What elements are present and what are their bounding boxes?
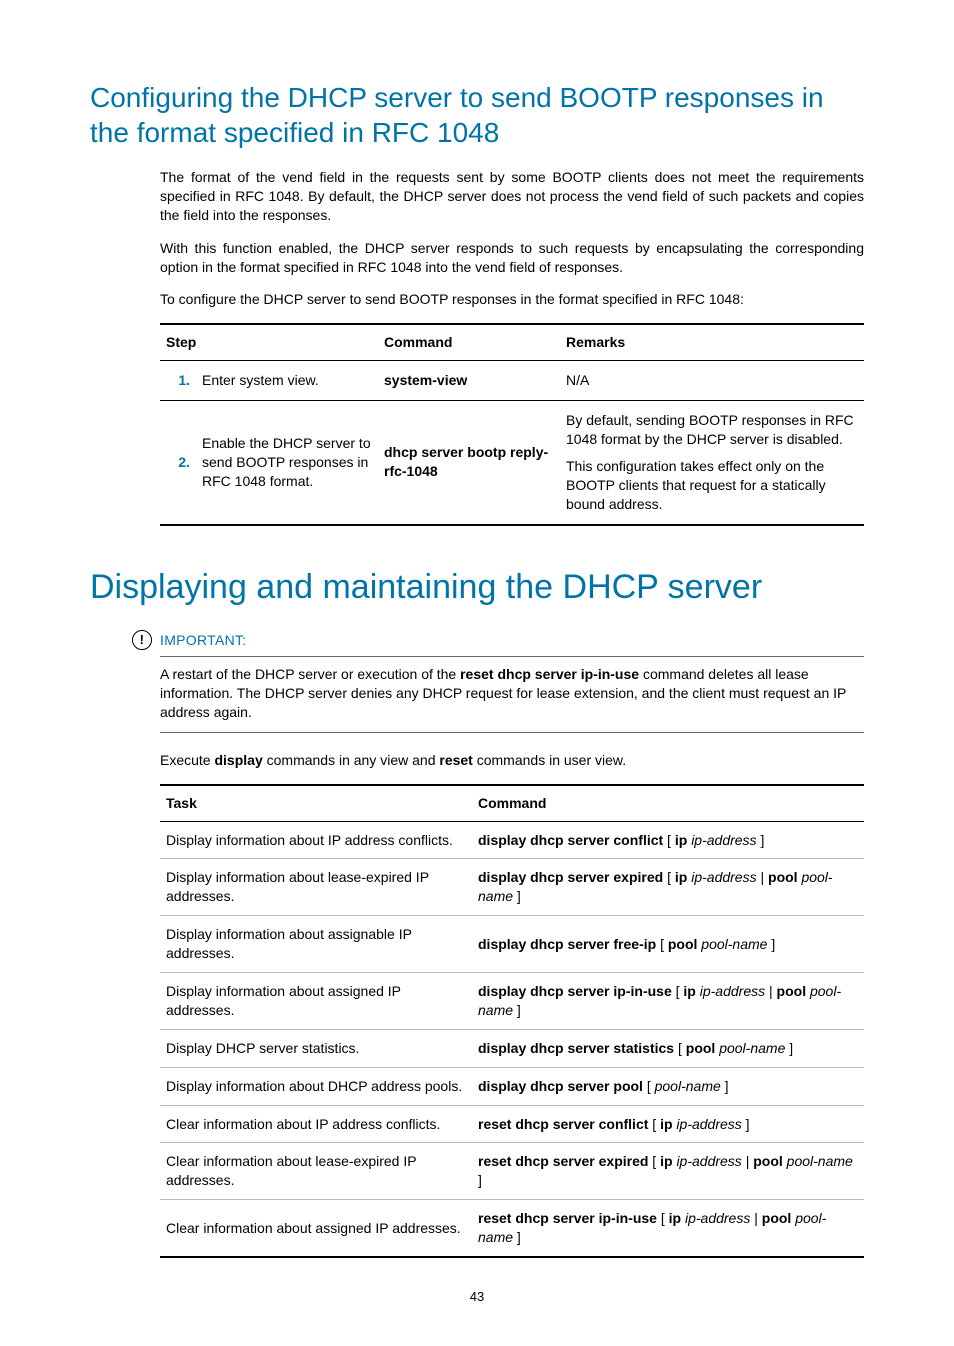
task-command: display dhcp server expired [ ip ip-addr… xyxy=(472,859,864,916)
table-row: Clear information about IP address confl… xyxy=(160,1105,864,1143)
table-row: Display information about assigned IP ad… xyxy=(160,972,864,1029)
step-remarks: N/A xyxy=(560,361,864,401)
task-desc: Display information about lease-expired … xyxy=(160,859,472,916)
step-command: dhcp server bootp reply-rfc-1048 xyxy=(378,401,560,525)
table-row: 1. Enter system view. system-view N/A xyxy=(160,361,864,401)
important-icon: ! xyxy=(132,630,152,650)
table-row: Display information about lease-expired … xyxy=(160,859,864,916)
paragraph: With this function enabled, the DHCP ser… xyxy=(160,239,864,277)
table-row: Display DHCP server statistics.display d… xyxy=(160,1029,864,1067)
step-number: 2. xyxy=(160,401,196,525)
task-desc: Display information about IP address con… xyxy=(160,821,472,859)
task-command: reset dhcp server ip-in-use [ ip ip-addr… xyxy=(472,1200,864,1257)
table-row: 2. Enable the DHCP server to send BOOTP … xyxy=(160,401,864,525)
col-command: Command xyxy=(378,324,560,360)
page-number: 43 xyxy=(90,1288,864,1306)
table-row: Display information about assignable IP … xyxy=(160,916,864,973)
section-heading-display-maintain: Displaying and maintaining the DHCP serv… xyxy=(90,566,864,609)
task-desc: Display information about assignable IP … xyxy=(160,916,472,973)
table-row: Display information about IP address con… xyxy=(160,821,864,859)
step-remarks: By default, sending BOOTP responses in R… xyxy=(560,401,864,525)
paragraph: To configure the DHCP server to send BOO… xyxy=(160,290,864,309)
paragraph: The format of the vend field in the requ… xyxy=(160,168,864,225)
task-desc: Display information about DHCP address p… xyxy=(160,1067,472,1105)
task-desc: Clear information about lease-expired IP… xyxy=(160,1143,472,1200)
table-row: Display information about DHCP address p… xyxy=(160,1067,864,1105)
col-step: Step xyxy=(160,324,378,360)
task-command: display dhcp server statistics [ pool po… xyxy=(472,1029,864,1067)
step-command: system-view xyxy=(378,361,560,401)
step-number: 1. xyxy=(160,361,196,401)
task-command: display dhcp server conflict [ ip ip-add… xyxy=(472,821,864,859)
task-command: reset dhcp server conflict [ ip ip-addre… xyxy=(472,1105,864,1143)
task-desc: Display information about assigned IP ad… xyxy=(160,972,472,1029)
task-command: reset dhcp server expired [ ip ip-addres… xyxy=(472,1143,864,1200)
task-desc: Clear information about assigned IP addr… xyxy=(160,1200,472,1257)
important-label: ! IMPORTANT: xyxy=(132,630,864,650)
task-command: display dhcp server pool [ pool-name ] xyxy=(472,1067,864,1105)
paragraph: Execute display commands in any view and… xyxy=(160,751,864,770)
task-desc: Display DHCP server statistics. xyxy=(160,1029,472,1067)
step-desc: Enable the DHCP server to send BOOTP res… xyxy=(196,401,378,525)
step-desc: Enter system view. xyxy=(196,361,378,401)
steps-table: Step Command Remarks 1. Enter system vie… xyxy=(160,323,864,525)
col-remarks: Remarks xyxy=(560,324,864,360)
task-command: display dhcp server ip-in-use [ ip ip-ad… xyxy=(472,972,864,1029)
col-command: Command xyxy=(472,785,864,821)
section-heading-bootp: Configuring the DHCP server to send BOOT… xyxy=(90,80,864,150)
col-task: Task xyxy=(160,785,472,821)
table-row: Clear information about assigned IP addr… xyxy=(160,1200,864,1257)
task-desc: Clear information about IP address confl… xyxy=(160,1105,472,1143)
important-text: reset dhcp server ip-in-use xyxy=(460,666,639,682)
important-text: A restart of the DHCP server or executio… xyxy=(160,666,460,682)
task-command: display dhcp server free-ip [ pool pool-… xyxy=(472,916,864,973)
table-row: Clear information about lease-expired IP… xyxy=(160,1143,864,1200)
tasks-table: Task Command Display information about I… xyxy=(160,784,864,1258)
